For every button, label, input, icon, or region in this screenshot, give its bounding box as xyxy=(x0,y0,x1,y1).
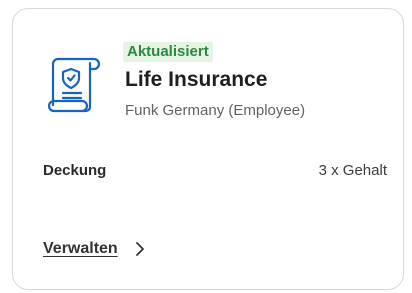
life-insurance-card: Aktualisiert Life Insurance Funk Germany… xyxy=(12,8,404,290)
manage-link[interactable]: Verwalten xyxy=(43,239,146,259)
card-title: Life Insurance xyxy=(125,68,268,91)
policy-document-shield-icon xyxy=(46,53,102,115)
provider-subtitle: Funk Germany (Employee) xyxy=(125,102,306,119)
manage-link-label[interactable]: Verwalten xyxy=(43,239,118,259)
coverage-value: 3 x Gehalt xyxy=(318,162,387,179)
chevron-right-icon[interactable] xyxy=(134,240,146,258)
status-badge: Aktualisiert xyxy=(123,42,213,62)
coverage-label: Deckung xyxy=(43,162,107,179)
